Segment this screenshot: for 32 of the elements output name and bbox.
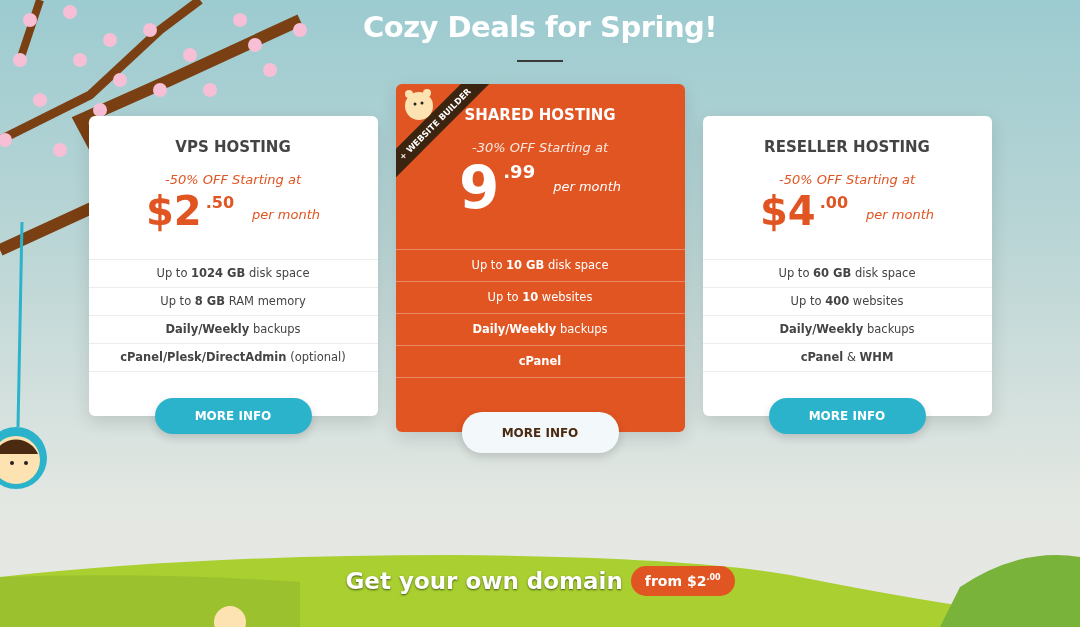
feature-row: Up to 10 GB disk space bbox=[395, 250, 685, 282]
discount-text: -30% OFF Starting at bbox=[471, 140, 609, 155]
price-cents: .50 bbox=[205, 193, 235, 212]
price: 9 bbox=[458, 159, 500, 217]
feature-row: Daily/Weekly backups bbox=[702, 316, 992, 344]
feature-row: Up to 400 websites bbox=[702, 288, 992, 316]
price-unit: per month bbox=[866, 207, 934, 222]
price-cents: .00 bbox=[819, 193, 849, 212]
plan-title: VPS HOSTING bbox=[175, 138, 291, 156]
feature-row: Daily/Weekly backups bbox=[88, 316, 378, 344]
feature-row: Up to 8 GB RAM memory bbox=[88, 288, 378, 316]
more-info-button[interactable]: MORE INFO bbox=[154, 398, 312, 434]
feature-row: Up to 60 GB disk space bbox=[702, 260, 992, 288]
price: $4 bbox=[760, 191, 816, 231]
price-unit: per month bbox=[252, 207, 320, 222]
feature-row: Daily/Weekly backups bbox=[395, 314, 685, 346]
page-heading: Cozy Deals for Spring! bbox=[362, 10, 718, 44]
feature-row: cPanel bbox=[395, 346, 685, 378]
feature-row: cPanel/Plesk/DirectAdmin (optional) bbox=[88, 344, 378, 372]
price-cents: .99 bbox=[503, 161, 536, 182]
feature-row: Up to 10 websites bbox=[395, 282, 685, 314]
price-unit: per month bbox=[553, 179, 622, 194]
price: $2 bbox=[146, 191, 202, 231]
feature-row: Up to 1024 GB disk space bbox=[88, 260, 378, 288]
feature-row: cPanel & WHM bbox=[702, 344, 992, 372]
more-info-button[interactable]: MORE INFO bbox=[461, 412, 619, 453]
discount-text: -50% OFF Starting at bbox=[164, 172, 302, 187]
more-info-button[interactable]: MORE INFO bbox=[768, 398, 926, 434]
domain-heading: Get your own domain bbox=[345, 568, 623, 594]
plan-title: RESELLER HOSTING bbox=[764, 138, 930, 156]
discount-text: -50% OFF Starting at bbox=[778, 172, 916, 187]
domain-price-badge: from $2$^{.00}$ bbox=[630, 566, 735, 596]
